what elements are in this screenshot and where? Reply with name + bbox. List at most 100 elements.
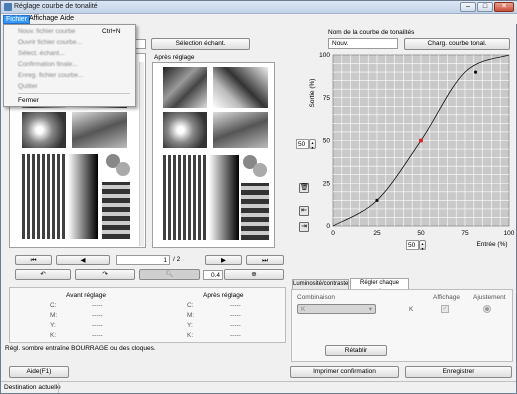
sample-field[interactable] [135, 39, 146, 49]
before-value-k: ----- [92, 332, 103, 339]
load-curve-button[interactable]: Charg. courbe tonal. [404, 38, 510, 50]
app-icon [4, 3, 12, 11]
before-value-y: ----- [92, 322, 103, 329]
tab-each-color[interactable]: Régler chaque couleur [350, 278, 409, 295]
input-value-stepper[interactable]: ▴ ▾ [419, 240, 426, 251]
trash-icon[interactable]: 🗑︎ [299, 183, 309, 193]
y-tick-label: 100 [319, 52, 330, 59]
y-axis-label: Sortie (%) [309, 79, 316, 108]
menu-help[interactable]: Aide [58, 15, 76, 24]
x-axis-label: Entrée (%) [476, 241, 507, 248]
x-tick-label: 0 [331, 230, 335, 237]
values-comparison-box: Avant réglage Après réglage C: M: Y: K: … [9, 287, 286, 343]
after-photo-3 [163, 112, 207, 148]
before-gray-ramp [68, 154, 98, 239]
after-patches [241, 183, 269, 240]
before-value-m: ----- [92, 312, 103, 319]
after-value-m: ----- [230, 312, 241, 319]
after-values-title: Après réglage [203, 292, 244, 299]
x-tick-label: 50 [417, 230, 425, 237]
combination-label: Combinaison [297, 294, 335, 301]
before-channel-y: Y: [50, 322, 56, 329]
output-value-field[interactable]: 50 [296, 139, 309, 149]
after-value-y: ----- [230, 322, 241, 329]
before-photo-3 [22, 112, 66, 148]
after-channel-k: K: [187, 332, 194, 339]
input-value-field[interactable]: 50 [406, 240, 419, 250]
page-total: / 2 [173, 256, 181, 263]
display-label: Affichage [433, 294, 460, 301]
x-tick-label: 25 [373, 230, 381, 237]
zoom-value-field[interactable]: 0.4 [203, 270, 223, 280]
rotate-right-button[interactable]: ↷ [75, 269, 135, 280]
y-tick-label: 75 [323, 95, 331, 102]
print-confirmation-button[interactable]: Imprimer confirmation [290, 366, 399, 378]
after-channel-c: C: [187, 302, 194, 309]
file-menu-new[interactable]: Nouv. fichier courbe Ctrl+N [4, 27, 135, 36]
arrow-right-icon[interactable]: ⇥ [299, 222, 309, 232]
zoom-out-button[interactable]: 🔍︎ [139, 269, 200, 280]
file-menu-final-confirmation[interactable]: Confirmation finale... [4, 60, 135, 69]
before-values-title: Avant réglage [66, 292, 106, 299]
menu-file[interactable]: Fichier [3, 15, 31, 24]
rotate-left-button[interactable]: ↶ [15, 269, 71, 280]
selected-control-point [419, 138, 423, 143]
page-number-field[interactable]: 1 [116, 255, 170, 265]
close-button[interactable]: ✕ [494, 2, 514, 12]
curve-name-label: Nom de la courbe de tonalités [328, 29, 415, 36]
zoom-in-button[interactable]: ⊕ [224, 269, 284, 280]
help-button[interactable]: Aide(F1) [9, 366, 69, 378]
file-menu-open[interactable]: Ouvrir fichier courbe... [4, 38, 135, 47]
k-channel-label: K [409, 306, 414, 313]
maximize-button[interactable]: □ [477, 2, 493, 12]
file-menu-close[interactable]: Fermer [4, 96, 135, 105]
status-divider [58, 383, 59, 393]
after-circle-2 [253, 163, 267, 177]
warning-message: Régl. sombre entraîne BOURRAGE ou des cl… [5, 345, 156, 352]
minimize-button[interactable]: – [460, 2, 476, 12]
file-menu-new-shortcut: Ctrl+N [102, 28, 121, 35]
chevron-down-icon: ▾ [368, 306, 372, 313]
next-page-button[interactable]: ▶ [205, 255, 242, 265]
before-channel-k: K: [50, 332, 57, 339]
tone-curve-chart[interactable]: 0 25 50 75 100 0 25 50 75 100 Sortie (%) Entrée (… [301, 51, 515, 251]
adjust-label: Ajustement [473, 294, 506, 301]
before-gradient-bars [22, 154, 66, 239]
status-current-destination: Destination actuelle [4, 384, 61, 391]
arrow-left-icon[interactable]: ⇤ [299, 206, 309, 216]
window-title: Réglage courbe de tonalité [14, 3, 98, 10]
before-channel-c: C: [50, 302, 57, 309]
combination-select[interactable]: K ▾ [297, 304, 376, 314]
first-page-button[interactable]: ⏮ [15, 255, 52, 265]
save-button[interactable]: Enregistrer [405, 366, 512, 378]
after-channel-y: Y: [187, 322, 193, 329]
output-value-stepper[interactable]: ▴ ▾ [309, 139, 316, 150]
select-sample-button[interactable]: Sélection échant. [151, 38, 250, 50]
last-page-button[interactable]: ⏭ [246, 255, 284, 265]
control-point [375, 198, 379, 202]
before-circle-2 [116, 162, 130, 176]
menu-bar: Fichier Affichage Aide [2, 14, 517, 24]
prev-page-button[interactable]: ◀ [56, 255, 110, 265]
file-menu-quit[interactable]: Quitter [4, 82, 135, 91]
adjust-radio[interactable] [483, 305, 491, 313]
x-tick-label: 75 [461, 230, 469, 237]
after-photo-4 [213, 112, 268, 148]
reset-button[interactable]: Rétablir [325, 345, 387, 356]
file-menu-select-sample[interactable]: Sélect. échant... [4, 49, 135, 58]
before-patches [102, 182, 130, 239]
file-menu-save[interactable]: Enreg. fichier courbe... [4, 71, 135, 80]
control-point [473, 70, 478, 74]
menu-view[interactable]: Affichage [27, 15, 60, 24]
display-checkbox[interactable]: ✓ [441, 305, 449, 313]
tab-brightness-contrast[interactable]: Luminosité/contraste [292, 279, 349, 289]
vertical-scrollbar[interactable] [139, 62, 144, 246]
menu-separator [18, 93, 130, 94]
after-value-k: ----- [230, 332, 241, 339]
y-tick-label: 50 [323, 138, 331, 145]
curve-name-field[interactable]: Nouv. [328, 38, 398, 49]
after-photo-1 [163, 67, 207, 108]
before-channel-m: M: [50, 312, 58, 319]
after-preview-label: Après réglage [154, 54, 195, 61]
combination-value: K [301, 306, 306, 313]
